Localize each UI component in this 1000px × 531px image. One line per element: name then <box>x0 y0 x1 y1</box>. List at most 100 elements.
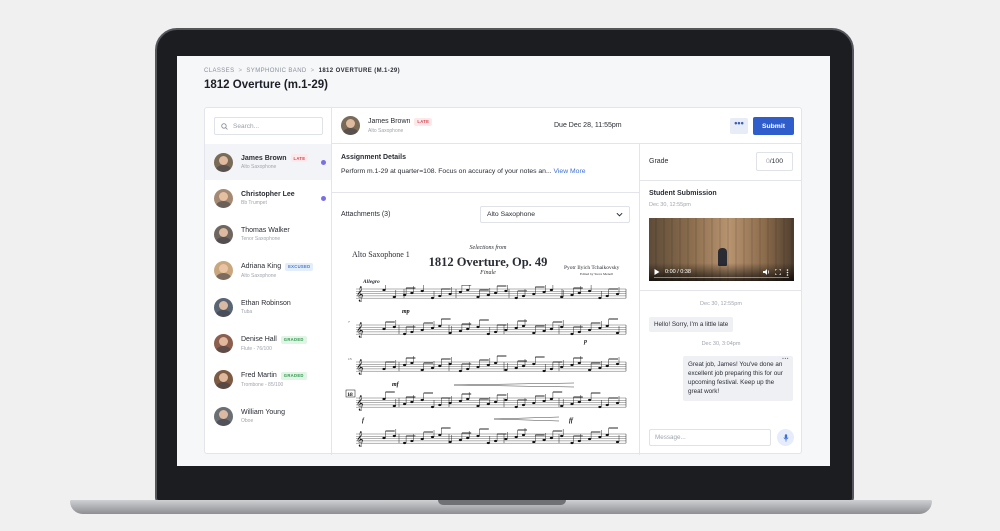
search-input[interactable] <box>233 122 313 130</box>
note-head <box>549 367 553 371</box>
note-head <box>382 288 386 292</box>
grading-pane: Grade 0 /100 Student Submission Dec 30, … <box>640 144 802 455</box>
student-instrument: Oboe <box>241 417 254 424</box>
note-head <box>570 402 574 406</box>
grade-input[interactable]: 0 /100 <box>756 152 793 171</box>
student-name: James Brown <box>241 154 287 162</box>
submit-button[interactable]: Submit <box>753 117 794 135</box>
note-head <box>598 366 602 370</box>
breadcrumb-classes[interactable]: CLASSES <box>204 68 234 74</box>
page-title: 1812 Overture (m.1-29) <box>204 79 329 91</box>
dynamic-marking: mp <box>402 309 410 315</box>
view-more-link[interactable]: View More <box>554 168 586 175</box>
note-head <box>486 402 490 406</box>
note-head <box>521 294 526 298</box>
note-head <box>521 403 526 407</box>
student-info: Thomas Walker Tenor Saxophone <box>241 227 290 242</box>
student-list-item[interactable]: Ethan Robinson Tuba <box>205 289 331 325</box>
app-screen: CLASSES > SYMPHONIC BAND > 1812 OVERTURE… <box>177 56 830 466</box>
note-head <box>494 291 498 295</box>
submission-video[interactable]: 0:00 / 0:38 <box>649 218 794 281</box>
sheet-composer: Pyotr Ilyich Tchaikovsky <box>564 265 620 271</box>
note-head <box>392 295 396 299</box>
student-instrument: Flute - 76/100 <box>241 345 272 352</box>
message-date: Dec 30, 3:04pm <box>701 341 741 347</box>
treble-clef: 𝄞 <box>356 360 364 375</box>
note-head <box>514 326 518 330</box>
more-options-button[interactable]: ••• <box>730 118 748 134</box>
note-head <box>410 400 414 404</box>
volume-icon[interactable] <box>763 269 770 275</box>
note-head <box>476 434 480 438</box>
note-head <box>430 326 435 330</box>
note-head <box>532 292 536 296</box>
assignment-description: Perform m.1-29 at quarter=108. Focus on … <box>341 168 552 175</box>
note-head <box>410 361 414 365</box>
note-head <box>382 397 386 401</box>
play-icon[interactable] <box>654 269 660 275</box>
message-options-icon[interactable]: ··· <box>782 355 789 365</box>
student-list-item[interactable]: William Young Oboe <box>205 398 331 434</box>
note-head <box>466 367 470 371</box>
note-head <box>577 400 581 404</box>
student-list-item[interactable]: Adriana King EXCUSED Alto Saxophone <box>205 253 331 289</box>
video-progress-bar[interactable] <box>654 276 789 278</box>
note-head <box>577 361 581 365</box>
dynamic-marking: f <box>362 418 365 424</box>
note-head <box>438 294 442 298</box>
treble-clef: 𝄞 <box>356 396 364 411</box>
note-head <box>560 365 564 369</box>
avatar <box>214 188 233 208</box>
note-head <box>458 369 462 373</box>
kebab-icon[interactable] <box>786 268 789 276</box>
student-list-item[interactable]: James Brown LATE Alto Saxophone <box>205 144 331 180</box>
note-head <box>430 366 435 370</box>
message-composer <box>649 428 797 447</box>
note-head <box>532 331 536 335</box>
note-head <box>392 365 396 369</box>
student-list-item[interactable]: Denise Hall GRADED Flute - 76/100 <box>205 326 331 362</box>
attachment-select[interactable]: Alto Saxophone <box>480 206 630 223</box>
assignment-card: James Brown LATE Alto Saxophone Christop… <box>204 107 802 455</box>
student-message: Hello! Sorry, I'm a little late <box>649 317 734 332</box>
breadcrumb-symphonic-band[interactable]: SYMPHONIC BAND <box>246 68 306 74</box>
note-head <box>494 439 498 443</box>
selected-student-info: James Brown LATE Alto Saxophone <box>368 117 433 134</box>
note-head <box>420 289 424 293</box>
assignment-details-title: Assignment Details <box>341 154 406 161</box>
student-name-row: James Brown LATE <box>241 154 309 162</box>
student-name: Fred Martin <box>241 372 277 380</box>
note-head <box>598 435 602 439</box>
student-name: Ethan Robinson <box>241 299 291 307</box>
note-head <box>615 401 620 405</box>
student-list-item[interactable]: Thomas Walker Tenor Saxophone <box>205 217 331 253</box>
note-head <box>476 365 480 369</box>
microphone-icon <box>783 433 788 442</box>
note-head <box>514 296 518 300</box>
student-name-row: Christopher Lee <box>241 191 295 198</box>
note-head <box>560 434 564 438</box>
note-head <box>570 293 574 297</box>
search-box[interactable] <box>214 117 323 135</box>
student-instrument: Bb Trumpet <box>241 199 267 206</box>
fullscreen-icon[interactable] <box>775 269 781 275</box>
student-info: James Brown LATE Alto Saxophone <box>241 154 309 170</box>
note-head <box>605 364 609 368</box>
late-badge: LATE <box>414 117 433 126</box>
note-head <box>514 435 518 439</box>
student-list-item[interactable]: Christopher Lee Bb Trumpet <box>205 180 331 216</box>
note-head <box>392 325 396 329</box>
message-input[interactable] <box>649 429 771 446</box>
status-badge: EXCUSED <box>285 262 314 271</box>
note-head <box>420 398 424 402</box>
microphone-button[interactable] <box>777 429 794 446</box>
note-head <box>438 403 442 407</box>
student-list-item[interactable]: Fred Martin GRADED Trombone - 85/100 <box>205 362 331 398</box>
note-head <box>403 441 407 445</box>
breadcrumb-separator: > <box>310 68 315 74</box>
note-head <box>514 366 518 370</box>
note-head <box>420 368 424 372</box>
note-head <box>615 440 620 444</box>
note-head <box>605 324 609 328</box>
laptop-notch <box>438 500 566 505</box>
